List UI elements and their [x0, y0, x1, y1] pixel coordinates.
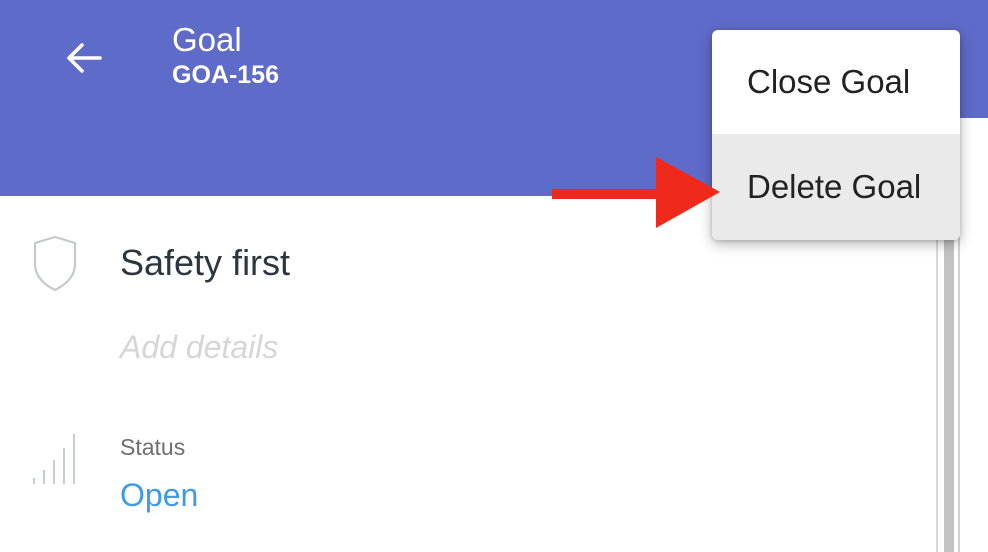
- overflow-menu: Close Goal Delete Goal: [712, 30, 960, 240]
- status-value[interactable]: Open: [120, 474, 198, 516]
- page-title: Goal: [172, 21, 242, 58]
- goal-title[interactable]: Safety first: [120, 240, 290, 286]
- divider: [936, 196, 938, 552]
- menu-item-close-goal[interactable]: Close Goal: [712, 30, 960, 134]
- arrow-left-icon: [67, 43, 102, 73]
- signal-bars-icon: [30, 430, 82, 486]
- red-arrow-icon: [552, 152, 732, 236]
- menu-item-delete-goal[interactable]: Delete Goal: [712, 134, 960, 240]
- shield-icon: [32, 234, 78, 292]
- back-button[interactable]: [62, 36, 106, 80]
- add-details-field[interactable]: Add details: [120, 326, 278, 368]
- scrollbar-thumb[interactable]: [944, 238, 954, 552]
- goal-key: GOA-156: [172, 61, 279, 89]
- status-label: Status: [120, 434, 186, 460]
